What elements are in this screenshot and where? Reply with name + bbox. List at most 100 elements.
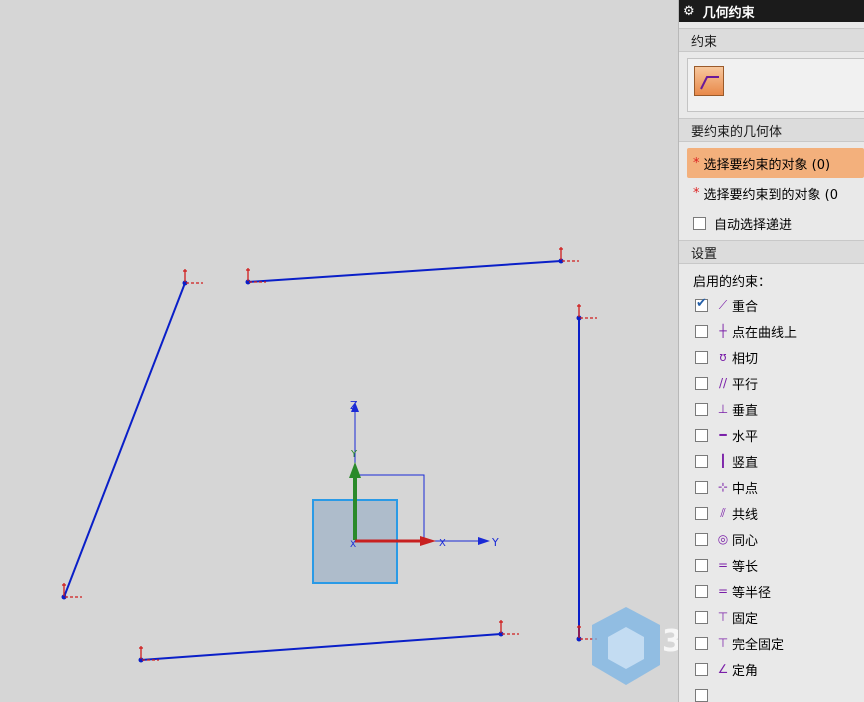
- constraint-label: 点在曲线上: [732, 325, 798, 341]
- vertical-icon: ┃: [719, 454, 727, 468]
- geometric-constraints-dialog: ⚙ 几何约束 约束 要约束的几何体 * 选择要约束的对象 (0) * 选择要约束…: [678, 0, 864, 702]
- concentric-icon: ◎: [717, 532, 729, 546]
- constraint-item[interactable]: ⊹ 中点: [679, 474, 864, 500]
- fully-fixed-icon: ⊤: [717, 636, 729, 650]
- constraint-item[interactable]: // 平行: [679, 370, 864, 396]
- fixed-icon: ⊤: [717, 610, 729, 624]
- constraint-label: 相切: [732, 351, 759, 367]
- endpoint-marker[interactable]: [182, 269, 204, 286]
- sketch-line[interactable]: [247, 260, 562, 283]
- origin-label: X: [350, 540, 356, 550]
- geometry-section-title: 要约束的几何体: [691, 124, 783, 140]
- gear-icon[interactable]: ⚙: [683, 4, 695, 19]
- constraint-checkbox[interactable]: [695, 296, 708, 312]
- geometry-section-header[interactable]: 要约束的几何体: [679, 118, 864, 142]
- constant-angle-icon: ∠: [717, 662, 729, 676]
- constraint-checkbox[interactable]: [695, 610, 708, 624]
- coincident-constraint-button[interactable]: [694, 66, 724, 96]
- select-object-row[interactable]: * 选择要约束的对象 (0): [687, 148, 864, 178]
- constraint-item[interactable]: ◎ 同心: [679, 526, 864, 552]
- select-object-label: 选择要约束的对象 (0): [703, 157, 831, 173]
- constraint-label: 重合: [732, 299, 759, 315]
- constraint-checkbox[interactable]: [695, 324, 708, 338]
- constraint-checkbox[interactable]: [695, 376, 708, 390]
- constraint-label: 平行: [732, 377, 759, 393]
- coincident-icon: [700, 76, 719, 90]
- constraint-label: 水平: [732, 429, 759, 445]
- endpoint-marker[interactable]: [138, 646, 160, 663]
- dialog-title: 几何约束: [702, 5, 755, 21]
- dialog-titlebar: ⚙ 几何约束: [679, 0, 864, 22]
- select-target-row[interactable]: * 选择要约束到的对象 (0: [679, 178, 864, 208]
- equal-radius-icon: =: [717, 584, 729, 598]
- parallel-icon: //: [718, 376, 728, 390]
- constraint-checkbox[interactable]: [695, 584, 708, 598]
- equal-length-icon: =: [717, 558, 729, 572]
- constraint-item[interactable]: ⊤ 完全固定: [679, 630, 864, 656]
- endpoint-marker[interactable]: [576, 304, 598, 321]
- constraint-checkbox[interactable]: [695, 662, 708, 676]
- constraint-checkbox[interactable]: [695, 532, 708, 546]
- constraint-item[interactable]: ⟋ 重合: [679, 292, 864, 318]
- constraint-checkbox[interactable]: [695, 480, 708, 494]
- constraint-item[interactable]: = 等长: [679, 552, 864, 578]
- required-star-icon: *: [693, 155, 700, 171]
- collinear-icon: ⫽: [720, 505, 726, 520]
- point-on-curve-icon: ┼: [719, 324, 727, 338]
- y-axis-label: Y: [491, 536, 499, 549]
- y-up-label: Y: [350, 449, 358, 460]
- x-direction-arrow[interactable]: [420, 536, 436, 546]
- constraint-label: 中点: [732, 481, 759, 497]
- endpoint-marker[interactable]: [61, 583, 83, 600]
- x-axis-label: X: [439, 538, 446, 549]
- tangent-icon: ʊ: [719, 350, 727, 364]
- constraint-item[interactable]: ⊥ 垂直: [679, 396, 864, 422]
- constraint-item[interactable]: ʊ 相切: [679, 344, 864, 370]
- sketch-canvas[interactable]: Z Y Y X X: [0, 0, 678, 702]
- endpoint-marker[interactable]: [498, 620, 520, 637]
- sketch-line[interactable]: [140, 633, 502, 661]
- constraint-item[interactable]: ∠ 定角: [679, 656, 864, 682]
- graphics-viewport[interactable]: Z Y Y X X: [0, 0, 678, 702]
- constraint-label: 竖直: [732, 455, 759, 471]
- sketch-line[interactable]: [63, 282, 186, 598]
- constraint-item[interactable]: [679, 682, 864, 702]
- coordinate-system[interactable]: Z Y Y X X: [312, 399, 499, 584]
- endpoint-marker[interactable]: [245, 268, 267, 285]
- z-axis-label: Z: [350, 399, 358, 412]
- horizontal-icon: ━: [719, 428, 727, 442]
- constraint-item[interactable]: ━ 水平: [679, 422, 864, 448]
- constraint-label: 等长: [732, 559, 759, 575]
- constraint-checkbox[interactable]: [695, 506, 708, 520]
- coincident-icon: ⟋: [718, 297, 728, 312]
- z-direction-arrow[interactable]: [349, 462, 361, 478]
- constraint-label: 固定: [732, 611, 759, 627]
- endpoint-marker[interactable]: [558, 247, 580, 264]
- perpendicular-icon: ⊥: [717, 402, 729, 416]
- y-axis-arrow: [478, 537, 490, 545]
- constraint-section-header[interactable]: 约束: [679, 28, 864, 52]
- constraint-checkbox[interactable]: [695, 428, 708, 442]
- constraint-item[interactable]: = 等半径: [679, 578, 864, 604]
- constraint-item[interactable]: ┃ 竖直: [679, 448, 864, 474]
- required-star-icon: *: [693, 185, 700, 201]
- constraint-checkbox[interactable]: [695, 636, 708, 650]
- constraint-checkbox[interactable]: [695, 454, 708, 468]
- settings-section-header[interactable]: 设置: [679, 240, 864, 264]
- auto-select-checkbox[interactable]: [693, 216, 706, 230]
- constraint-type-gallery: [687, 58, 864, 112]
- constraint-checkbox[interactable]: [695, 350, 708, 364]
- enabled-constraints-label: 启用的约束：: [693, 274, 772, 290]
- constraint-list: ⟋重合┼点在曲线上ʊ相切//平行⊥垂直━水平┃竖直⊹中点⫽共线◎同心=等长=等半…: [679, 292, 864, 702]
- auto-select-row[interactable]: 自动选择递进: [679, 208, 864, 238]
- constraint-label: 定角: [732, 663, 759, 679]
- endpoint-marker[interactable]: [576, 625, 598, 642]
- constraint-item[interactable]: ┼ 点在曲线上: [679, 318, 864, 344]
- settings-section-title: 设置: [691, 246, 718, 262]
- constraint-checkbox[interactable]: [695, 558, 708, 572]
- constraint-checkbox[interactable]: [695, 402, 708, 416]
- constraint-item[interactable]: ⫽ 共线: [679, 500, 864, 526]
- constraint-label: 垂直: [732, 403, 759, 419]
- constraint-checkbox[interactable]: [695, 688, 708, 702]
- constraint-item[interactable]: ⊤ 固定: [679, 604, 864, 630]
